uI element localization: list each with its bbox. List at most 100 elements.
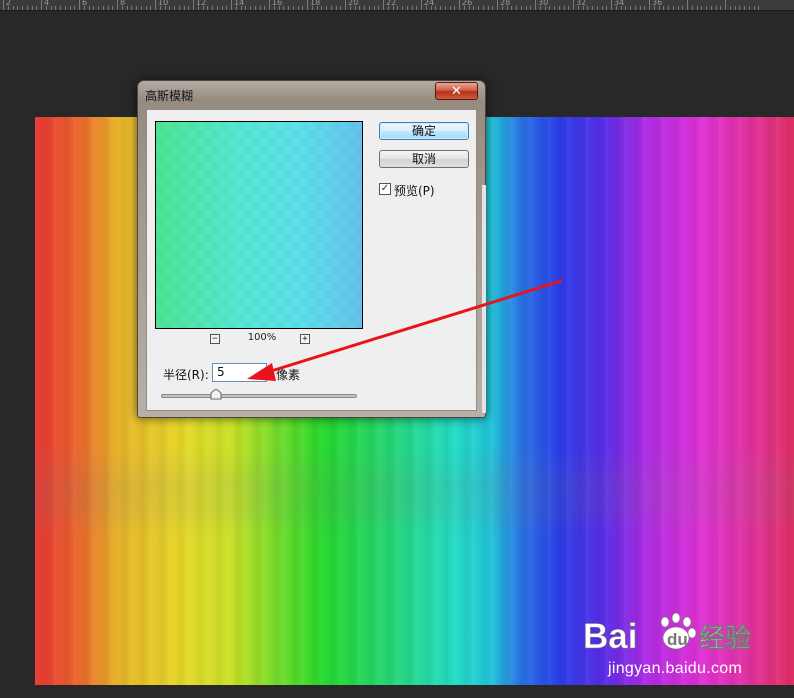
ruler-minor-tick — [283, 6, 285, 10]
cancel-button[interactable]: 取消 — [379, 150, 469, 168]
logo-text-du: du — [667, 630, 688, 649]
ruler-minor-tick — [444, 6, 446, 10]
ruler-major-tick — [155, 0, 156, 10]
top-ruler: 2 4 6 8 10 12 14 16 18 20 22 24 26 28 30 32 34 36 — [0, 0, 794, 11]
close-icon: ✕ — [451, 83, 462, 99]
ruler-minor-tick — [292, 6, 294, 10]
dialog-edge-strip — [482, 185, 486, 413]
baidu-jingyan-watermark: Bai du 经验 jingyan.baidu.com — [583, 610, 783, 682]
ruler-label: 30 — [538, 0, 549, 7]
ruler-minor-tick — [682, 6, 684, 10]
preview-label: 预览(P) — [394, 184, 435, 198]
ruler-major-tick — [269, 0, 270, 10]
ruler-minor-tick — [744, 6, 745, 10]
ruler-label: 16 — [272, 0, 283, 7]
ruler-minor-tick — [554, 6, 555, 10]
checkbox-check-icon: ✓ — [380, 183, 390, 194]
ruler-minor-tick — [136, 6, 137, 10]
ruler-minor-tick — [696, 6, 698, 10]
ruler-major-tick — [535, 0, 536, 10]
ruler-minor-tick — [212, 6, 213, 10]
ruler-minor-tick — [126, 6, 128, 10]
ruler-minor-tick — [69, 6, 71, 10]
ruler-minor-tick — [188, 6, 190, 10]
ruler-major-tick — [497, 0, 498, 10]
ruler-minor-tick — [706, 6, 707, 10]
ruler-minor-tick — [321, 6, 323, 10]
ruler-minor-tick — [107, 6, 109, 10]
ruler-minor-tick — [454, 6, 456, 10]
ruler-label: 32 — [576, 0, 587, 7]
ruler-major-tick — [687, 0, 688, 10]
ruler-label: 4 — [44, 0, 50, 7]
radius-input[interactable]: 5 — [212, 363, 267, 382]
ruler-major-tick — [649, 0, 650, 10]
blur-preview-pane[interactable] — [155, 121, 363, 329]
logo-text-bai: Bai — [583, 617, 637, 656]
ruler-minor-tick — [748, 6, 750, 10]
ruler-minor-tick — [378, 6, 380, 10]
ruler-minor-tick — [259, 6, 261, 10]
ruler-minor-tick — [753, 6, 755, 10]
ruler-minor-tick — [478, 6, 479, 10]
canvas-haze-band — [35, 447, 794, 537]
ruler-minor-tick — [17, 6, 19, 10]
ruler-major-tick — [231, 0, 232, 10]
preview-checkbox[interactable]: ✓ — [379, 183, 391, 195]
ruler-minor-tick — [250, 6, 251, 10]
ruler-minor-tick — [473, 6, 475, 10]
ruler-minor-tick — [701, 6, 703, 10]
ruler-minor-tick — [644, 6, 646, 10]
ruler-label: 20 — [348, 0, 359, 7]
ruler-minor-tick — [596, 6, 598, 10]
ruler-major-tick — [193, 0, 194, 10]
ruler-minor-tick — [373, 6, 375, 10]
ruler-major-tick — [117, 0, 118, 10]
ruler-minor-tick — [50, 6, 52, 10]
radius-slider-thumb[interactable] — [210, 389, 222, 400]
ruler-minor-tick — [549, 6, 551, 10]
ruler-label: 28 — [500, 0, 511, 7]
ruler-minor-tick — [216, 6, 218, 10]
zoom-out-icon[interactable]: − — [210, 334, 220, 344]
ruler-minor-tick — [397, 6, 399, 10]
ruler-minor-tick — [568, 6, 570, 10]
ruler-minor-tick — [634, 6, 636, 10]
ruler-minor-tick — [26, 6, 28, 10]
zoom-in-icon[interactable]: + — [300, 334, 310, 344]
ruler-minor-tick — [639, 6, 641, 10]
ruler-minor-tick — [174, 6, 175, 10]
ruler-minor-tick — [592, 6, 593, 10]
ruler-minor-tick — [520, 6, 522, 10]
ruler-minor-tick — [487, 6, 489, 10]
ruler-minor-tick — [169, 6, 171, 10]
radius-slider-track[interactable] — [161, 394, 357, 398]
ruler-minor-tick — [226, 6, 228, 10]
ruler-minor-tick — [64, 6, 66, 10]
ruler-minor-tick — [672, 6, 674, 10]
ruler-minor-tick — [245, 6, 247, 10]
ruler-minor-tick — [734, 6, 736, 10]
ok-button[interactable]: 确定 — [379, 122, 469, 140]
ruler-minor-tick — [178, 6, 180, 10]
ruler-minor-tick — [88, 6, 90, 10]
ruler-minor-tick — [625, 6, 627, 10]
ruler-minor-tick — [606, 6, 608, 10]
ruler-major-tick — [3, 0, 4, 10]
close-button[interactable]: ✕ — [435, 82, 478, 100]
ruler-minor-tick — [720, 6, 722, 10]
ruler-minor-tick — [131, 6, 133, 10]
gaussian-blur-dialog[interactable]: 高斯模糊 ✕ − 100% + 确定 取消 ✓ 预览(P) 半径(R): 5 像… — [137, 80, 486, 418]
ruler-label: 6 — [82, 0, 88, 7]
ruler-minor-tick — [691, 6, 693, 10]
ruler-minor-tick — [729, 6, 731, 10]
ruler-minor-tick — [758, 6, 760, 10]
ruler-minor-tick — [22, 6, 23, 10]
ruler-minor-tick — [221, 6, 223, 10]
ruler-major-tick — [459, 0, 460, 10]
ruler-major-tick — [573, 0, 574, 10]
ruler-label: 12 — [196, 0, 207, 7]
dialog-title: 高斯模糊 — [145, 89, 194, 103]
ruler-minor-tick — [364, 6, 365, 10]
dialog-body: − 100% + 确定 取消 ✓ 预览(P) 半径(R): 5 像素 — [146, 109, 477, 411]
